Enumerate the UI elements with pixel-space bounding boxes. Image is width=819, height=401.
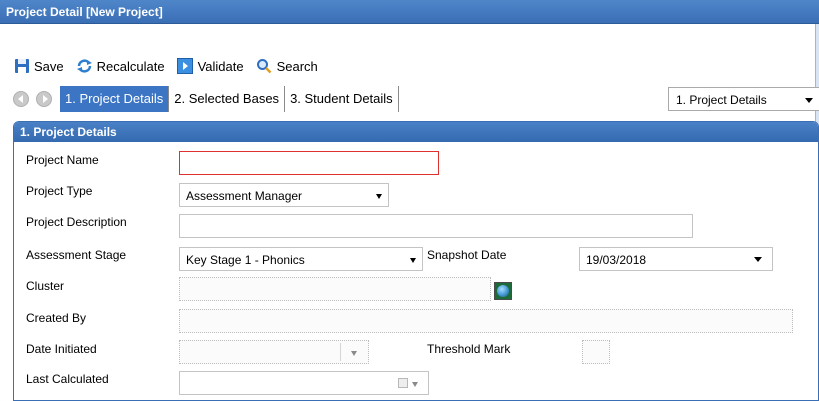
label-snapshot-date: Snapshot Date <box>427 248 507 262</box>
forward-arrow-icon[interactable] <box>36 91 52 107</box>
snapshot-date-picker[interactable]: 19/03/2018 <box>579 247 773 271</box>
label-project-description: Project Description <box>26 215 127 229</box>
project-description-input[interactable] <box>179 214 693 238</box>
chevron-down-icon <box>754 257 762 262</box>
back-arrow-icon[interactable] <box>13 91 29 107</box>
validate-label: Validate <box>197 58 244 74</box>
tab-selected-bases[interactable]: 2. Selected Bases <box>169 86 286 112</box>
step-navigation: 1. Project Details 2. Selected Bases 3. … <box>0 86 819 112</box>
date-initiated-picker <box>179 340 369 364</box>
label-created-by: Created By <box>26 311 87 325</box>
page-select-value: 1. Project Details <box>676 93 767 107</box>
cluster-field <box>179 277 491 301</box>
tab-project-details[interactable]: 1. Project Details <box>60 86 170 112</box>
assessment-stage-select[interactable]: Key Stage 1 - Phonics <box>179 247 423 271</box>
chevron-down-icon <box>351 351 357 356</box>
search-icon <box>256 58 273 74</box>
label-project-name: Project Name <box>26 153 99 167</box>
toolbar: Save Recalculate Validate Search <box>0 55 318 77</box>
recalculate-button[interactable]: Recalculate <box>76 58 165 74</box>
save-button[interactable]: Save <box>13 58 64 74</box>
chevron-down-icon <box>410 258 416 263</box>
step-tabs: 1. Project Details 2. Selected Bases 3. … <box>60 86 399 112</box>
validate-icon <box>177 58 194 74</box>
label-date-initiated: Date Initiated <box>26 342 97 356</box>
tab-student-details[interactable]: 3. Student Details <box>285 86 399 112</box>
threshold-mark-field <box>582 340 610 364</box>
assessment-stage-value: Key Stage 1 - Phonics <box>186 253 305 267</box>
validate-button[interactable]: Validate <box>177 58 244 74</box>
calendar-icon <box>398 378 408 388</box>
last-calculated-field <box>179 371 429 395</box>
save-label: Save <box>34 58 64 74</box>
label-assessment-stage: Assessment Stage <box>26 248 127 262</box>
window-title: Project Detail [New Project] <box>0 0 819 24</box>
label-project-type: Project Type <box>26 184 93 198</box>
project-type-select[interactable]: Assessment Manager <box>179 183 389 207</box>
label-last-calculated: Last Calculated <box>26 372 109 386</box>
panel-title: 1. Project Details <box>14 122 818 142</box>
project-type-value: Assessment Manager <box>186 189 303 203</box>
chevron-down-icon <box>376 194 382 199</box>
label-cluster: Cluster <box>26 279 65 293</box>
globe-icon[interactable] <box>494 282 512 300</box>
project-name-input[interactable] <box>179 151 439 175</box>
search-label: Search <box>276 58 318 74</box>
search-button[interactable]: Search <box>256 58 318 74</box>
chevron-down-icon <box>805 98 813 103</box>
label-threshold-mark: Threshold Mark <box>427 342 511 356</box>
save-icon <box>13 58 30 74</box>
recalculate-label: Recalculate <box>96 58 165 74</box>
snapshot-date-value: 19/03/2018 <box>586 253 647 267</box>
chevron-down-icon <box>412 382 418 387</box>
page-select-dropdown[interactable]: 1. Project Details <box>668 87 819 111</box>
refresh-icon <box>76 58 93 74</box>
created-by-field <box>179 309 793 333</box>
